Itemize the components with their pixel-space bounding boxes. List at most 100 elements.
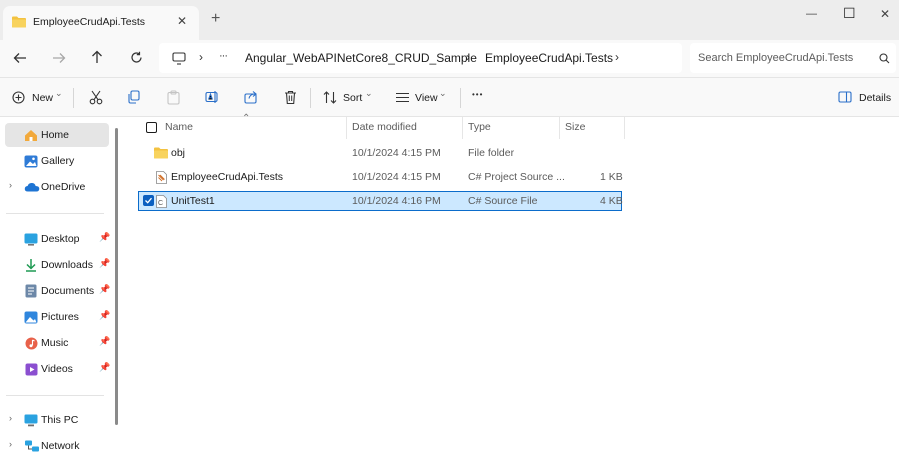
column-header-name[interactable]: Name — [165, 121, 193, 133]
sidebar-item-music[interactable]: Music 📌 — [5, 331, 110, 355]
monitor-icon[interactable] — [171, 50, 187, 66]
sidebar-item-label: Network — [41, 440, 80, 452]
pin-icon[interactable]: 📌 — [99, 310, 110, 321]
sidebar-item-home[interactable]: Home — [5, 123, 109, 147]
sidebar-item-network[interactable]: › Network — [5, 434, 109, 458]
window-close-button[interactable]: ✕ — [880, 7, 890, 21]
column-separator[interactable] — [462, 117, 463, 139]
file-type: File folder — [468, 147, 515, 159]
breadcrumb-separator[interactable]: › — [199, 50, 203, 64]
tab-employeecrudapi-tests[interactable]: EmployeeCrudApi.Tests ✕ — [3, 6, 199, 40]
search-icon[interactable] — [877, 51, 891, 65]
rename-icon[interactable] — [204, 89, 220, 105]
file-row-employeecrudapi-tests[interactable]: EmployeeCrudApi.Tests 10/1/2024 4:15 PM … — [138, 167, 623, 187]
breadcrumb[interactable]: › ··· Angular_WebAPINetCore8_CRUD_Sample… — [159, 43, 682, 73]
new-tab-button[interactable]: + — [211, 11, 220, 27]
more-options-icon[interactable]: ••• — [472, 90, 483, 99]
sidebar-scrollbar[interactable] — [115, 128, 118, 425]
title-bar: EmployeeCrudApi.Tests ✕ + — ☐ ✕ — [0, 0, 899, 40]
column-header-size[interactable]: Size — [565, 121, 585, 133]
sidebar-item-documents[interactable]: Documents 📌 — [5, 279, 110, 303]
maximize-button[interactable]: ☐ — [843, 5, 856, 22]
sidebar-item-downloads[interactable]: Downloads 📌 — [5, 253, 110, 277]
sidebar-item-label: This PC — [41, 414, 79, 426]
chevron-right-icon[interactable]: › — [9, 439, 12, 449]
column-separator[interactable] — [624, 117, 625, 139]
row-checkbox[interactable] — [143, 195, 154, 206]
pin-icon[interactable]: 📌 — [99, 284, 110, 295]
videos-icon — [24, 362, 38, 376]
pin-icon[interactable]: 📌 — [99, 258, 110, 269]
view-button[interactable]: View ⌄ — [392, 86, 452, 108]
toolbar-divider — [73, 88, 74, 108]
sidebar-item-pictures[interactable]: Pictures 📌 — [5, 305, 110, 329]
close-tab-icon[interactable]: ✕ — [177, 14, 187, 28]
select-all-checkbox[interactable] — [146, 122, 157, 133]
column-header-row: ⌃ Name Date modified Type Size — [124, 113, 899, 139]
sidebar-item-label: Downloads — [41, 259, 93, 271]
navigation-pane: Home Gallery › OneDrive Desktop 📌 Downlo… — [0, 117, 124, 461]
file-row-unittest1[interactable]: C UnitTest1 10/1/2024 4:16 PM C# Source … — [138, 191, 623, 211]
minimize-button[interactable]: — — [806, 8, 817, 20]
up-arrow-icon[interactable] — [89, 49, 105, 65]
chevron-down-icon: ⌄ — [55, 88, 63, 98]
file-name: EmployeeCrudApi.Tests — [171, 171, 284, 183]
toolbar-divider — [460, 88, 461, 108]
sidebar-item-gallery[interactable]: Gallery — [5, 149, 109, 173]
new-button[interactable]: New ⌄ — [6, 86, 66, 108]
sidebar-divider — [6, 213, 104, 214]
breadcrumb-separator[interactable]: › — [615, 50, 619, 64]
sidebar-item-onedrive[interactable]: › OneDrive — [5, 175, 109, 199]
forward-arrow-icon[interactable] — [51, 50, 67, 66]
chevron-right-icon[interactable]: › — [9, 180, 12, 190]
column-separator[interactable] — [346, 117, 347, 139]
file-list: ⌃ Name Date modified Type Size obj 10/1/… — [124, 113, 899, 461]
sidebar-item-videos[interactable]: Videos 📌 — [5, 357, 110, 381]
breadcrumb-item-solution[interactable]: Angular_WebAPINetCore8_CRUD_Sample — [245, 51, 477, 65]
file-date-modified: 10/1/2024 4:15 PM — [352, 171, 441, 183]
file-row-obj[interactable]: obj 10/1/2024 4:15 PM File folder — [138, 143, 622, 163]
sort-ascending-icon: ⌃ — [242, 113, 251, 124]
svg-text:C: C — [158, 200, 163, 207]
pin-icon[interactable]: 📌 — [99, 232, 110, 243]
documents-icon — [24, 284, 38, 298]
new-label: New — [32, 92, 54, 104]
breadcrumb-item-tests[interactable]: EmployeeCrudApi.Tests — [485, 51, 613, 65]
desktop-icon — [24, 232, 38, 246]
sort-button[interactable]: Sort ⌄ — [320, 86, 378, 108]
search-box — [690, 43, 896, 73]
sidebar-item-desktop[interactable]: Desktop 📌 — [5, 227, 110, 251]
column-header-date-modified[interactable]: Date modified — [352, 121, 417, 133]
cs-file-icon: C — [155, 194, 167, 208]
view-icon — [394, 90, 410, 104]
column-header-type[interactable]: Type — [468, 121, 491, 133]
pin-icon[interactable]: 📌 — [99, 336, 110, 347]
chevron-right-icon[interactable]: › — [9, 413, 12, 423]
plus-circle-icon — [11, 90, 25, 104]
breadcrumb-separator[interactable]: › — [466, 50, 470, 64]
delete-icon[interactable] — [282, 89, 298, 105]
pictures-icon — [24, 310, 38, 324]
details-label: Details — [859, 92, 892, 104]
share-icon[interactable] — [243, 89, 259, 105]
breadcrumb-overflow[interactable]: ··· — [219, 50, 228, 62]
column-separator[interactable] — [559, 117, 560, 139]
paste-icon[interactable] — [165, 89, 181, 105]
sidebar-item-label: Music — [41, 337, 69, 349]
cut-icon[interactable] — [88, 89, 104, 105]
tab-title: EmployeeCrudApi.Tests — [33, 16, 146, 28]
back-arrow-icon[interactable] — [12, 50, 28, 66]
music-icon — [24, 336, 38, 350]
details-pane-button[interactable]: Details — [835, 86, 893, 108]
sidebar-item-label: Pictures — [41, 311, 79, 323]
cloud-icon — [24, 180, 40, 194]
file-size: 1 KB — [600, 171, 623, 183]
sidebar-item-this-pc[interactable]: › This PC — [5, 408, 109, 432]
copy-icon[interactable] — [126, 89, 142, 105]
refresh-icon[interactable] — [128, 49, 144, 65]
search-input[interactable] — [698, 49, 868, 67]
pin-icon[interactable]: 📌 — [99, 362, 110, 373]
sidebar-item-label: Desktop — [41, 233, 80, 245]
sidebar-divider — [6, 395, 104, 396]
csproj-icon — [155, 170, 167, 184]
